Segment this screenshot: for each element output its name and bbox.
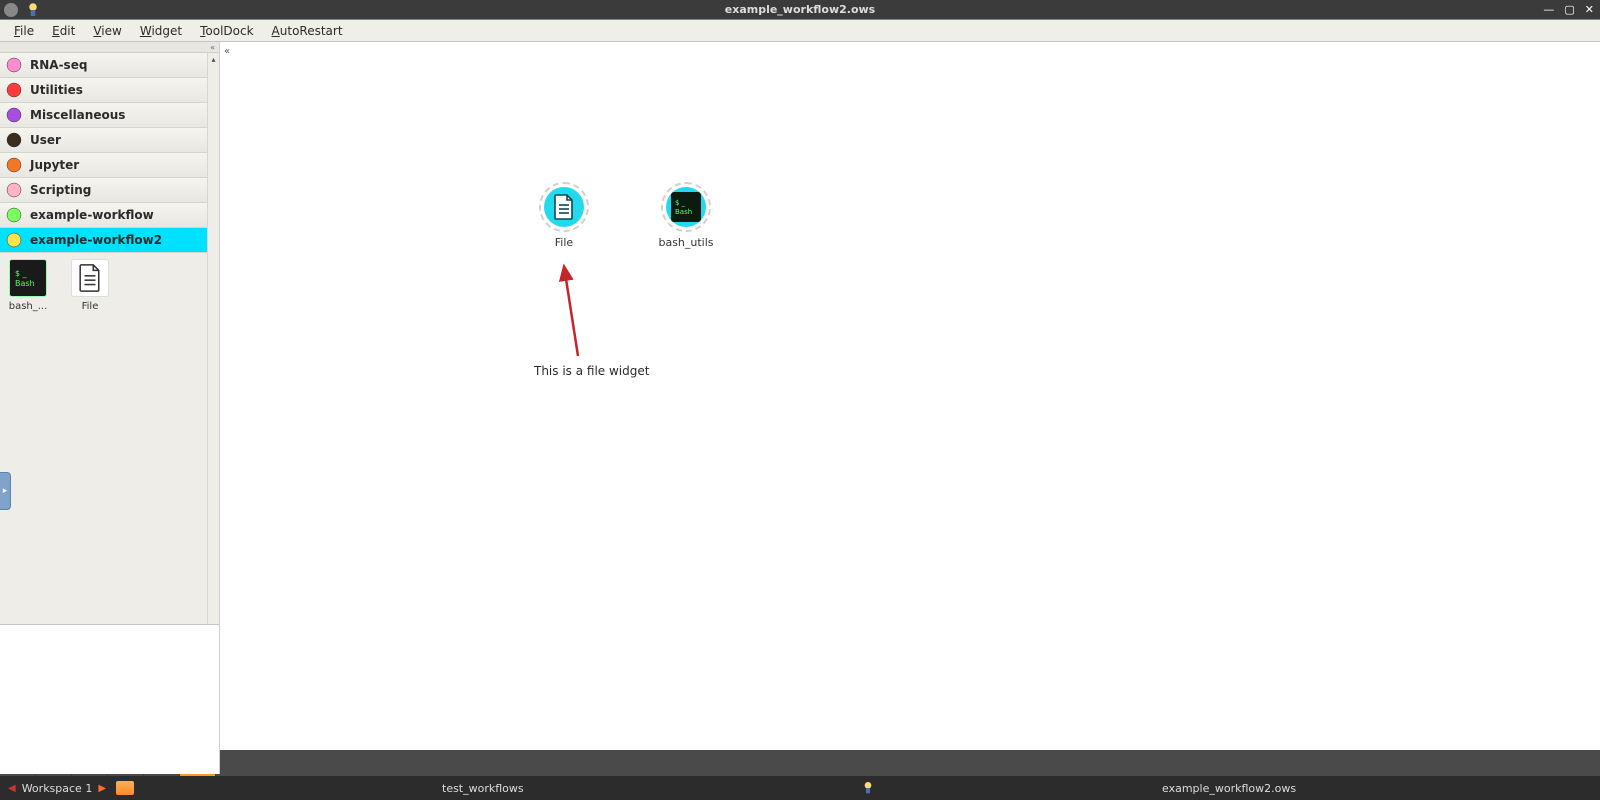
maximize-button[interactable]: ▢ <box>1564 3 1574 16</box>
svg-text:Bash: Bash <box>15 279 35 288</box>
menu-widget[interactable]: Widget <box>132 22 190 40</box>
workspace-next-icon[interactable]: ▶ <box>98 783 106 794</box>
file-icon <box>71 259 109 297</box>
annotation-text[interactable]: This is a file widget <box>534 364 649 379</box>
category-label: Utilities <box>28 83 83 97</box>
menubar: File Edit View Widget ToolDock AutoResta… <box>0 20 1600 42</box>
bash-icon: $ _Bash <box>9 259 47 297</box>
svg-text:$ _: $ _ <box>15 269 28 278</box>
category-icon <box>0 228 28 253</box>
category-label: example-workflow <box>28 208 154 222</box>
workflow-canvas[interactable]: « File <box>220 42 1600 750</box>
scroll-up-icon[interactable]: ▴ <box>208 53 219 65</box>
close-button[interactable]: ✕ <box>1585 3 1594 16</box>
sidebar-widget-file[interactable]: File <box>66 259 114 312</box>
sidebar-category-utilities[interactable]: Utilities <box>0 78 219 103</box>
category-icon <box>0 53 28 78</box>
app-icon <box>24 1 42 19</box>
category-icon <box>0 178 28 203</box>
os-taskbar: ◀ Workspace 1 ▶ test_workflows example_w… <box>0 776 1600 800</box>
category-icon <box>0 103 28 128</box>
window-titlebar: example_workflow2.ows — ▢ ✕ <box>0 0 1600 20</box>
sidebar-widget-bash[interactable]: $ _Bash bash_... <box>4 259 52 312</box>
sidebar-collapse-handle[interactable]: « <box>0 42 219 53</box>
log-panel <box>0 624 220 774</box>
taskbar-item-app[interactable] <box>848 776 892 800</box>
category-icon <box>0 78 28 103</box>
workspace-prev-icon[interactable]: ◀ <box>8 783 16 794</box>
menu-file[interactable]: File <box>6 22 42 40</box>
sidebar-category-scripting[interactable]: Scripting <box>0 178 219 203</box>
taskbar-item-example-workflow2[interactable]: example_workflow2.ows <box>1150 776 1308 800</box>
category-label: RNA-seq <box>28 58 87 72</box>
sidebar-widget-label: bash_... <box>9 301 48 312</box>
menu-edit[interactable]: Edit <box>44 22 83 40</box>
sidebar-widget-label: File <box>82 301 99 312</box>
taskbar-item-test-workflows[interactable]: test_workflows <box>430 776 536 800</box>
window-title: example_workflow2.ows <box>725 3 875 16</box>
menu-view[interactable]: View <box>85 22 129 40</box>
category-label: Miscellaneous <box>28 108 125 122</box>
menu-autorestart[interactable]: AutoRestart <box>264 22 351 40</box>
sidebar-category-miscellaneous[interactable]: Miscellaneous <box>0 103 219 128</box>
category-label: Scripting <box>28 183 91 197</box>
menu-tooldock[interactable]: ToolDock <box>192 22 261 40</box>
sidebar-category-user[interactable]: User <box>0 128 219 153</box>
category-icon <box>0 153 28 178</box>
workspace-label[interactable]: Workspace 1 <box>22 782 93 795</box>
sidebar-category-example-workflow[interactable]: example-workflow <box>0 203 219 228</box>
category-icon <box>0 128 28 153</box>
category-label: Jupyter <box>28 158 79 172</box>
category-label: User <box>28 133 61 147</box>
sidebar-expand-handle[interactable]: ▸ <box>0 472 11 510</box>
sidebar-category-jupyter[interactable]: Jupyter <box>0 153 219 178</box>
app-icon <box>860 780 876 796</box>
canvas-toolbar: i T ? <box>0 750 1600 776</box>
annotation-arrow-icon <box>220 42 820 442</box>
taskbar-files-icon[interactable] <box>116 781 134 795</box>
category-label: example-workflow2 <box>28 233 162 247</box>
sidebar-category-rna-seq[interactable]: RNA-seq <box>0 53 219 78</box>
titlebar-dot-icon <box>4 3 18 17</box>
minimize-button[interactable]: — <box>1543 3 1554 16</box>
sidebar-category-example-workflow2[interactable]: example-workflow2 <box>0 228 219 253</box>
category-icon <box>0 203 28 228</box>
